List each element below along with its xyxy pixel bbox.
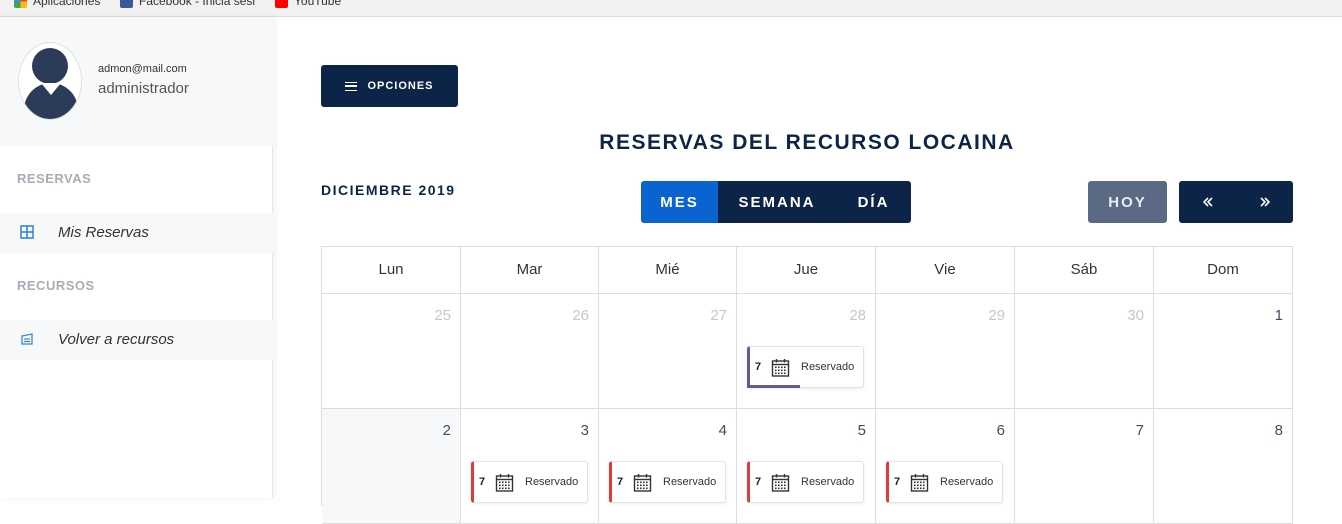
reservation-event[interactable]: 7 Reservado [747, 461, 864, 503]
calendar-day-cell[interactable]: 2 [322, 409, 461, 524]
calendar-day-cell[interactable]: 27 [599, 294, 737, 409]
user-role: administrador [98, 80, 189, 97]
weekday-header: Jue [737, 247, 876, 294]
day-number[interactable]: 25 [434, 307, 451, 324]
view-switcher: MES SEMANA DÍA [641, 181, 911, 223]
view-month-button[interactable]: MES [641, 181, 718, 223]
day-number[interactable]: 4 [719, 422, 727, 439]
event-label: Reservado [663, 476, 717, 488]
event-count: 7 [479, 476, 486, 488]
event-label: Reservado [940, 476, 994, 488]
avatar [18, 42, 82, 120]
page-title: RESERVAS DEL RECURSO LOCAINA [599, 131, 1015, 154]
calendar-icon [910, 474, 929, 492]
today-button[interactable]: HOY [1088, 181, 1167, 223]
menu-icon [345, 81, 358, 91]
weekday-header: Dom [1154, 247, 1293, 294]
calendar-icon [633, 474, 652, 492]
bookmark-label: YouTube [294, 0, 342, 8]
weekday-header: Mar [461, 247, 599, 294]
event-label: Reservado [525, 476, 579, 488]
event-label: Reservado [801, 476, 855, 488]
reservation-event[interactable]: 7 Reservado [747, 346, 864, 388]
calendar-icon [771, 359, 790, 377]
calendar-day-cell[interactable]: 4 7 Reservado [599, 409, 737, 524]
calendar-day-cell[interactable]: 6 7 Reservado [876, 409, 1015, 524]
bookmark-youtube[interactable]: YouTube [275, 0, 341, 8]
youtube-icon [275, 0, 288, 8]
return-icon [21, 333, 33, 345]
day-number[interactable]: 3 [581, 422, 589, 439]
reservation-event[interactable]: 7 Reservado [471, 461, 588, 503]
facebook-icon [120, 0, 133, 8]
calendar-day-cell[interactable]: 25 [322, 294, 461, 409]
event-count: 7 [894, 476, 901, 488]
day-number[interactable]: 30 [1127, 307, 1144, 324]
next-button[interactable] [1236, 181, 1293, 223]
prev-button[interactable] [1179, 181, 1236, 223]
day-number[interactable]: 6 [997, 422, 1005, 439]
calendar-day-cell[interactable]: 8 [1154, 409, 1293, 524]
calendar-icon [495, 474, 514, 492]
main-content: OPCIONES RESERVAS DEL RECURSO LOCAINA DI… [274, 17, 1342, 524]
calendar-day-cell[interactable]: 26 [461, 294, 599, 409]
reservation-event[interactable]: 7 Reservado [609, 461, 726, 503]
view-week-button[interactable]: SEMANA [718, 181, 836, 223]
double-chevron-left-icon [1202, 197, 1213, 207]
sidebar-item-volver-recursos[interactable]: Volver a recursos [0, 320, 273, 360]
bookmark-apps[interactable]: Aplicaciones [14, 0, 100, 8]
day-number[interactable]: 1 [1275, 307, 1283, 324]
event-count: 7 [755, 476, 762, 488]
event-label: Reservado [801, 361, 855, 373]
calendar-day-cell[interactable]: 5 7 Reservado [737, 409, 876, 524]
day-number[interactable]: 28 [849, 307, 866, 324]
event-count: 7 [755, 361, 762, 373]
options-button[interactable]: OPCIONES [321, 65, 458, 107]
sidebar-item-mis-reservas[interactable]: Mis Reservas [0, 213, 273, 253]
apps-icon [14, 0, 27, 8]
sidebar-item-label: Volver a recursos [58, 331, 175, 348]
calendar-grid: Lun Mar Mié Jue Vie Sáb Dom 25 26 27 28 7 Reservado 2… [321, 246, 1293, 524]
day-number[interactable]: 2 [443, 422, 451, 439]
day-number[interactable]: 26 [572, 307, 589, 324]
user-email: admon@mail.com [98, 63, 187, 75]
calendar-day-cell[interactable]: 29 [876, 294, 1015, 409]
calendar-nav [1179, 181, 1293, 223]
grid-icon [20, 225, 34, 239]
calendar-day-cell[interactable]: 1 [1154, 294, 1293, 409]
event-count: 7 [617, 476, 624, 488]
double-chevron-right-icon [1259, 197, 1270, 207]
sidebar-item-label: Mis Reservas [58, 224, 149, 241]
view-day-button[interactable]: DÍA [836, 181, 911, 223]
current-month: DICIEMBRE 2019 [321, 182, 456, 198]
bookmark-facebook[interactable]: Facebook - Inicia sesi [120, 0, 255, 8]
day-number[interactable]: 7 [1136, 422, 1144, 439]
day-number[interactable]: 5 [858, 422, 866, 439]
bookmarks-bar: Aplicaciones Facebook - Inicia sesi YouT… [0, 0, 1342, 17]
weekday-header: Sáb [1015, 247, 1154, 294]
calendar-day-cell[interactable]: 7 [1015, 409, 1154, 524]
weekday-header: Mié [599, 247, 737, 294]
day-number[interactable]: 29 [988, 307, 1005, 324]
calendar-day-cell[interactable]: 30 [1015, 294, 1154, 409]
weekday-header: Lun [322, 247, 461, 294]
options-label: OPCIONES [367, 80, 434, 92]
calendar-icon [771, 474, 790, 492]
section-heading-recursos: RECURSOS [17, 278, 95, 293]
weekday-header: Vie [876, 247, 1015, 294]
day-number[interactable]: 27 [710, 307, 727, 324]
bookmark-label: Facebook - Inicia sesi [139, 0, 256, 8]
bookmark-label: Aplicaciones [33, 0, 101, 8]
calendar-day-cell[interactable]: 28 7 Reservado [737, 294, 876, 409]
sidebar: admon@mail.com administrador RESERVAS Mi… [0, 17, 273, 498]
reservation-event[interactable]: 7 Reservado [886, 461, 1003, 503]
calendar-day-cell[interactable]: 3 7 Reservado [461, 409, 599, 524]
user-profile: admon@mail.com administrador [0, 17, 273, 146]
section-heading-reservas: RESERVAS [17, 171, 92, 186]
day-number[interactable]: 8 [1275, 422, 1283, 439]
